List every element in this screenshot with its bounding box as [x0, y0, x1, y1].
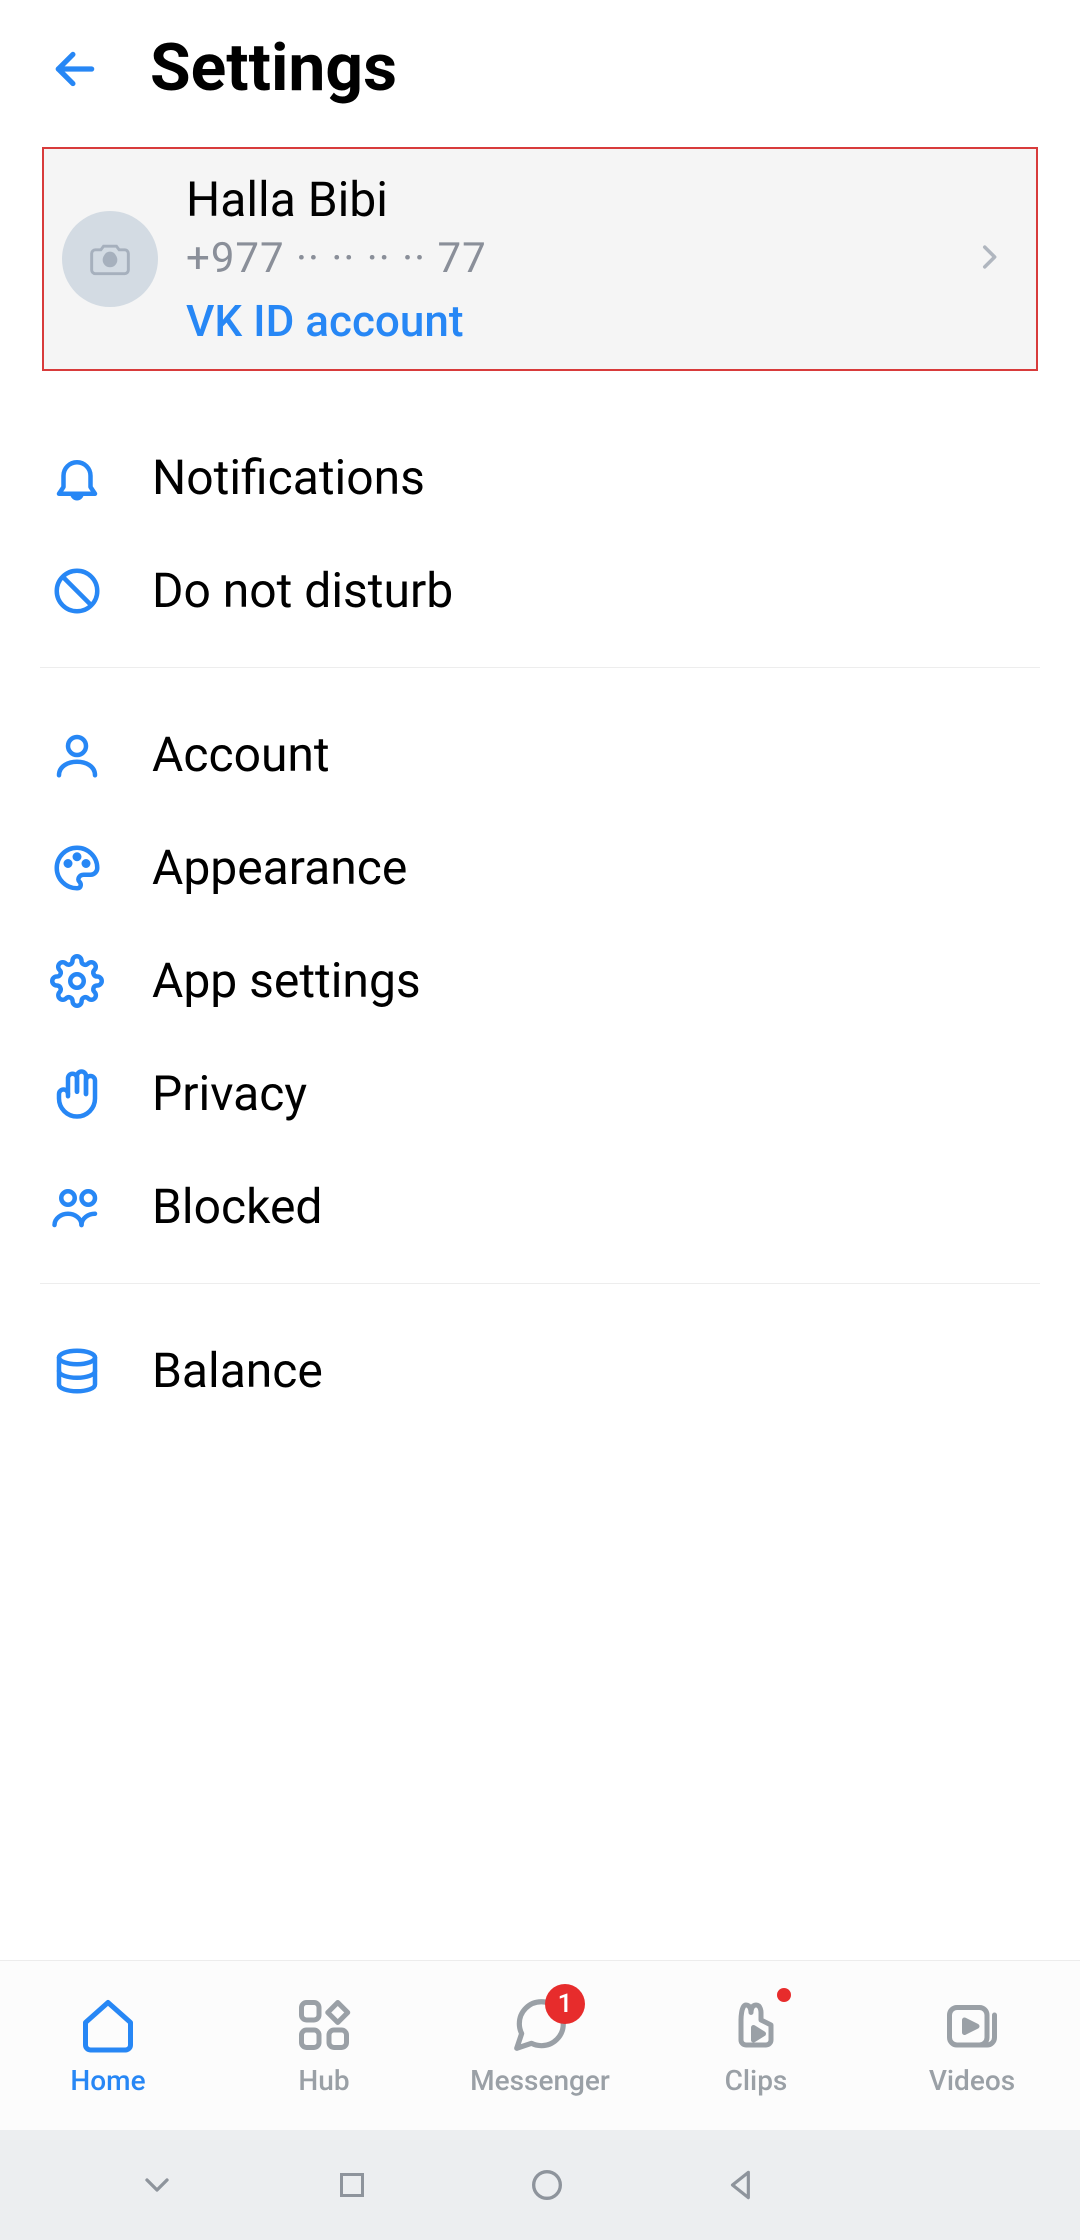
nav-label: Hub	[298, 2064, 349, 2097]
camera-icon	[88, 237, 132, 281]
home-icon	[77, 1994, 139, 2056]
nav-item-hub[interactable]: Hub	[216, 1994, 432, 2097]
profile-vkid-link[interactable]: VK ID account	[186, 295, 944, 347]
settings-item-appearance[interactable]: Appearance	[0, 811, 1080, 924]
chat-icon: 1	[509, 1994, 571, 2056]
bell-icon	[50, 451, 104, 505]
settings-item-account[interactable]: Account	[0, 698, 1080, 811]
user-icon	[50, 728, 104, 782]
settings-item-label: Do not disturb	[152, 562, 453, 619]
settings-list: Notifications Do not disturb Account App…	[0, 421, 1080, 1427]
notification-dot	[777, 1988, 791, 2002]
page-title: Settings	[150, 30, 397, 107]
back-arrow-icon[interactable]	[50, 44, 100, 94]
palette-icon	[50, 841, 104, 895]
nav-label: Messenger	[470, 2064, 610, 2097]
settings-item-notifications[interactable]: Notifications	[0, 421, 1080, 534]
profile-phone: +977 ·· ·· ·· ·· 77	[186, 234, 944, 283]
bottom-nav: Home Hub 1 Messenger Clips Videos	[0, 1960, 1080, 2130]
sys-home-icon[interactable]	[520, 2158, 574, 2212]
profile-info: Halla Bibi +977 ·· ·· ·· ·· 77 VK ID acc…	[186, 171, 944, 347]
header: Settings	[0, 0, 1080, 137]
divider	[40, 1283, 1040, 1284]
nav-item-messenger[interactable]: 1 Messenger	[432, 1994, 648, 2097]
settings-item-appsettings[interactable]: App settings	[0, 924, 1080, 1037]
clips-icon	[725, 1994, 787, 2056]
profile-name: Halla Bibi	[186, 171, 944, 228]
settings-item-label: Blocked	[152, 1178, 322, 1235]
badge: 1	[545, 1984, 585, 2024]
settings-item-label: Balance	[152, 1342, 323, 1399]
settings-item-blocked[interactable]: Blocked	[0, 1150, 1080, 1263]
settings-item-label: Appearance	[152, 839, 407, 896]
prohibit-icon	[50, 564, 104, 618]
settings-item-dnd[interactable]: Do not disturb	[0, 534, 1080, 647]
sys-back-icon[interactable]	[715, 2158, 769, 2212]
gear-icon	[50, 954, 104, 1008]
system-navbar	[0, 2130, 1080, 2240]
avatar	[62, 211, 158, 307]
divider	[40, 667, 1040, 668]
settings-item-label: Privacy	[152, 1065, 307, 1122]
settings-item-label: App settings	[152, 952, 421, 1009]
chevron-right-icon	[972, 240, 1006, 278]
video-icon	[941, 1994, 1003, 2056]
sys-down-icon[interactable]	[130, 2158, 184, 2212]
settings-item-label: Account	[152, 726, 330, 783]
nav-item-clips[interactable]: Clips	[648, 1994, 864, 2097]
settings-item-balance[interactable]: Balance	[0, 1314, 1080, 1427]
settings-item-privacy[interactable]: Privacy	[0, 1037, 1080, 1150]
nav-label: Clips	[725, 2064, 788, 2097]
nav-item-videos[interactable]: Videos	[864, 1994, 1080, 2097]
coins-icon	[50, 1344, 104, 1398]
nav-label: Home	[70, 2064, 145, 2097]
profile-card[interactable]: Halla Bibi +977 ·· ·· ·· ·· 77 VK ID acc…	[42, 147, 1038, 371]
settings-item-label: Notifications	[152, 449, 425, 506]
hand-icon	[50, 1067, 104, 1121]
sys-recent-icon[interactable]	[325, 2158, 379, 2212]
group-icon	[50, 1180, 104, 1234]
hub-icon	[293, 1994, 355, 2056]
nav-label: Videos	[929, 2064, 1015, 2097]
nav-item-home[interactable]: Home	[0, 1994, 216, 2097]
